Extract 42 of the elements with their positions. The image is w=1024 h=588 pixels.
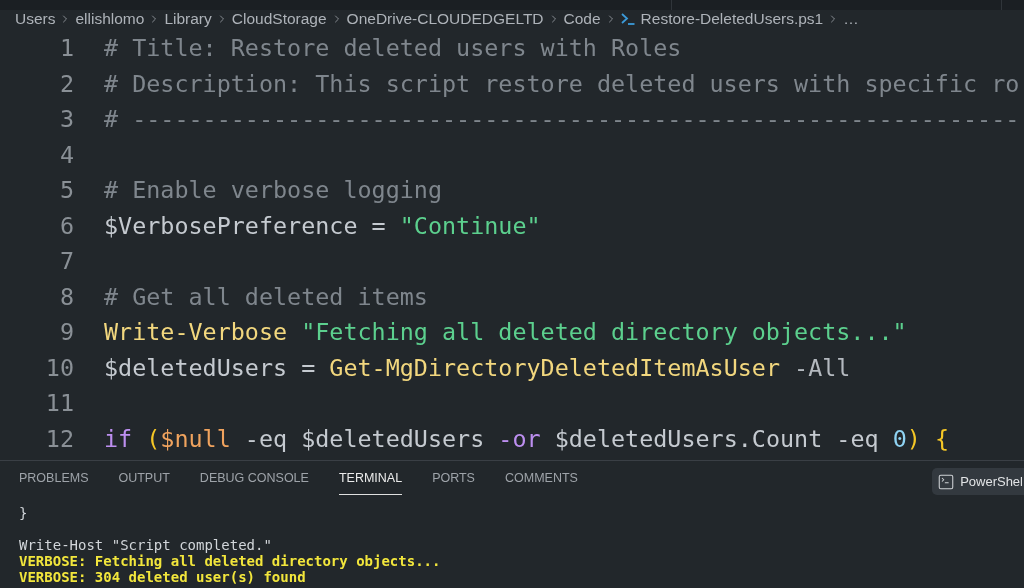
panel-tab[interactable]: PORTS	[432, 462, 475, 495]
verbose-line: VERBOSE: Fetching all deleted directory objects...	[19, 553, 442, 569]
terminal-line: Write-Host "Script completed."	[19, 537, 273, 553]
line-number: 9	[58, 317, 74, 348]
line-number: 4	[58, 139, 74, 171]
breadcrumb-item[interactable]: Restore-DeletedUsers.ps1	[640, 7, 824, 31]
code-line: # Title: Restore deleted users with Roles	[104, 33, 682, 64]
code-line: $deletedUsers = Get-MgDirectoryDeletedItemAsUser -All	[104, 352, 851, 384]
line-number: 5	[58, 175, 74, 206]
line-number: 10	[44, 352, 74, 384]
code-line: # Enable verbose logging	[104, 175, 442, 206]
line-number: 8	[58, 281, 74, 313]
breadcrumb-item[interactable]: ellishlomo	[75, 7, 145, 31]
code-line: Write-Verbose "Fetching all deleted directory objects..."	[104, 317, 907, 348]
line-number: 2	[58, 68, 74, 100]
verbose-line: VERBOSE: 304 deleted user(s) found	[19, 569, 307, 585]
breadcrumb-item[interactable]: Code	[563, 7, 601, 31]
panel-tab[interactable]: OUTPUT	[118, 462, 170, 495]
line-number: 6	[58, 210, 74, 242]
code-line: # ---------------------------------------------------------------	[104, 104, 1020, 135]
code-line: # Description: This script restore deleted users with specific ro	[104, 68, 1020, 100]
breadcrumb-item[interactable]: Users	[15, 7, 56, 31]
terminal-line: }	[19, 505, 29, 521]
code-line: $VerbosePreference = "Continue"	[104, 210, 541, 242]
breadcrumb-item[interactable]: OneDrive-CLOUDEDGELTD	[346, 7, 544, 31]
line-number: 3	[58, 104, 74, 135]
line-number: 7	[58, 246, 74, 277]
panel-tab[interactable]: TERMINAL	[338, 462, 403, 495]
line-number: 12	[44, 423, 74, 455]
terminal-icon	[937, 472, 956, 491]
line-number: 11	[44, 388, 74, 419]
breadcrumb-more[interactable]: …	[843, 7, 859, 31]
panel-tab[interactable]: DEBUG CONSOLE	[199, 462, 309, 495]
line-number: 1	[58, 33, 74, 64]
breadcrumb-item[interactable]: Library	[164, 7, 212, 31]
terminal-prompt-icon	[620, 13, 635, 25]
breadcrumb-item[interactable]: CloudStorage	[231, 7, 327, 31]
panel-tab[interactable]: COMMENTS	[504, 462, 578, 495]
code-line: # Get all deleted items	[104, 281, 428, 313]
terminal-profile-button[interactable]: PowerShel	[932, 468, 1024, 495]
code-line: if ($null -eq $deletedUsers -or $deletedUsers.Count -eq 0) {	[104, 423, 949, 455]
panel-tab[interactable]: PROBLEMS	[19, 462, 89, 495]
